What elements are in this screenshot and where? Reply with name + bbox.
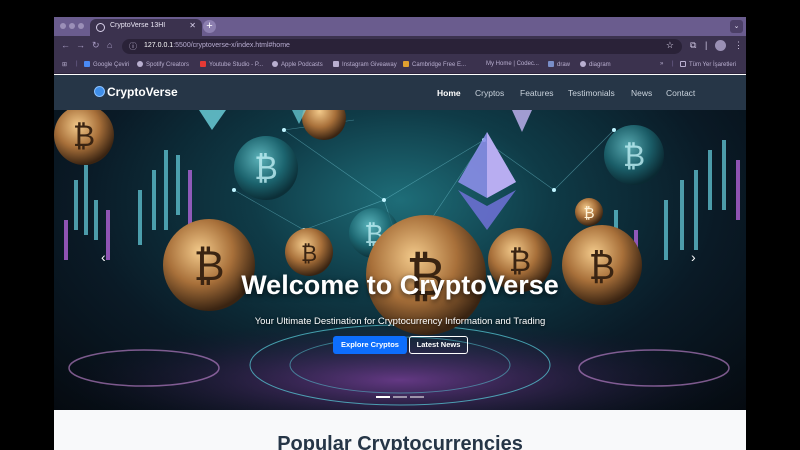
bookmark-label: diagram bbox=[589, 62, 611, 68]
doc-icon bbox=[333, 61, 339, 67]
carousel-indicator[interactable] bbox=[393, 396, 407, 398]
site-logo[interactable]: CryptoVerse bbox=[94, 85, 178, 99]
bookmark-item[interactable]: Spotify Creators bbox=[137, 61, 189, 68]
hero-carousel: ₿ ₿ ₿ ₿ ₿ ₿ ₿ ₿ ₿ ₿ Welcome to CryptoVer… bbox=[54, 110, 746, 410]
bitcoin-coin-icon: ₿ ₿ ₿ ₿ ₿ ₿ bbox=[54, 110, 642, 335]
url-text: 127.0.0.1:5500/cryptoverse-x/index.html#… bbox=[144, 42, 290, 49]
bookmark-item[interactable]: Instagram Giveaway bbox=[333, 61, 397, 68]
svg-text:₿: ₿ bbox=[73, 119, 95, 154]
hero-title: Welcome to CryptoVerse bbox=[241, 270, 559, 300]
all-bookmarks[interactable]: Tüm Yer İşaretleri bbox=[680, 61, 736, 68]
apps-icon[interactable]: ⊞ bbox=[62, 61, 67, 68]
address-toolbar: ← → ↻ ⌂ ⓘ 127.0.0.1:5500/cryptoverse-x/i… bbox=[54, 36, 746, 56]
close-icon[interactable]: ✕ bbox=[189, 21, 196, 30]
bookmark-item[interactable]: Apple Podcasts bbox=[272, 61, 323, 68]
divider: | bbox=[672, 61, 674, 67]
bookmark-item[interactable]: Google Çeviri bbox=[84, 61, 129, 68]
bookmark-label: draw bbox=[557, 62, 571, 68]
youtube-icon bbox=[200, 61, 206, 67]
reload-icon[interactable]: ↻ bbox=[92, 40, 100, 51]
home-icon[interactable]: ⌂ bbox=[107, 40, 112, 50]
site-navbar: CryptoVerse Home Cryptos Features Testim… bbox=[54, 75, 746, 110]
browser-tab[interactable]: CryptoVerse 13HI ✕ bbox=[90, 19, 202, 36]
cambridge-icon bbox=[403, 61, 409, 67]
window-close-dot[interactable] bbox=[60, 23, 66, 29]
tab-search-button[interactable]: ⌄ bbox=[730, 20, 743, 33]
window-minimize-dot[interactable] bbox=[69, 23, 75, 29]
divider: | bbox=[76, 61, 78, 67]
carousel-indicator[interactable] bbox=[410, 396, 424, 398]
nav-link-cryptos[interactable]: Cryptos bbox=[475, 88, 504, 98]
hero-subtitle: Your Ultimate Destination for Cryptocurr… bbox=[254, 316, 546, 327]
nav-link-contact[interactable]: Contact bbox=[666, 88, 695, 98]
nav-link-features[interactable]: Features bbox=[520, 88, 554, 98]
globe-icon bbox=[94, 86, 105, 97]
svg-text:₿: ₿ bbox=[583, 204, 594, 222]
carousel-prev-icon[interactable]: ‹ bbox=[101, 249, 106, 265]
tab-title: CryptoVerse 13HI bbox=[110, 22, 166, 29]
window-maximize-dot[interactable] bbox=[78, 23, 84, 29]
globe-icon bbox=[96, 23, 105, 32]
diagram-icon bbox=[580, 61, 586, 67]
more-bookmarks-icon[interactable]: » bbox=[660, 61, 663, 67]
carousel-indicator[interactable] bbox=[376, 396, 390, 398]
section-title: Popular Cryptocurrencies bbox=[277, 433, 523, 450]
bookmark-star-icon[interactable]: ☆ bbox=[666, 40, 674, 51]
menu-icon[interactable]: ⋮ bbox=[734, 40, 743, 51]
nav-link-news[interactable]: News bbox=[631, 88, 652, 98]
forward-icon[interactable]: → bbox=[76, 40, 85, 50]
nav-link-home[interactable]: Home bbox=[437, 88, 461, 98]
extensions-icon[interactable]: ⧉ bbox=[690, 40, 696, 51]
draw-icon bbox=[548, 61, 554, 67]
browser-window: CryptoVerse 13HI ✕ + ⌄ ← → ↻ ⌂ ⓘ 127.0.0… bbox=[54, 17, 746, 450]
google-translate-icon bbox=[84, 61, 90, 67]
url-path: :5500/cryptoverse-x/index.html#home bbox=[173, 42, 290, 49]
spotify-icon bbox=[137, 61, 143, 67]
hero-background-image: ₿ ₿ ₿ ₿ ₿ ₿ ₿ ₿ ₿ ₿ bbox=[54, 110, 740, 410]
latest-news-button[interactable]: Latest News bbox=[409, 336, 468, 354]
svg-text:₿: ₿ bbox=[254, 149, 278, 187]
bookmark-item[interactable]: My Home | Codec... bbox=[486, 61, 539, 67]
bookmark-label: Google Çeviri bbox=[93, 62, 130, 68]
all-bookmarks-label: Tüm Yer İşaretleri bbox=[689, 62, 737, 68]
svg-text:₿: ₿ bbox=[623, 139, 645, 174]
folder-icon bbox=[680, 61, 686, 67]
avatar[interactable] bbox=[715, 40, 726, 51]
carousel-next-icon[interactable]: › bbox=[691, 249, 696, 265]
address-bar[interactable]: ⓘ 127.0.0.1:5500/cryptoverse-x/index.htm… bbox=[122, 39, 682, 54]
globe-icon bbox=[272, 61, 278, 67]
bookmarks-bar: ⊞ | Google Çeviri Spotify Creators Youtu… bbox=[54, 56, 746, 74]
cryptos-section: Popular Cryptocurrencies bbox=[54, 410, 746, 450]
svg-text:₿: ₿ bbox=[301, 242, 317, 267]
url-host: 127.0.0.1 bbox=[144, 42, 174, 49]
bookmark-item[interactable]: Youtube Studio - P... bbox=[200, 61, 263, 68]
bookmark-label: Spotify Creators bbox=[146, 62, 190, 68]
explore-cryptos-button[interactable]: Explore Cryptos bbox=[333, 336, 407, 354]
back-icon[interactable]: ← bbox=[61, 40, 70, 50]
bookmark-label: Youtube Studio - P... bbox=[209, 62, 264, 68]
divider: | bbox=[705, 40, 708, 50]
bookmark-label: Instagram Giveaway bbox=[342, 62, 397, 68]
bookmark-item[interactable]: draw bbox=[548, 61, 570, 68]
bookmark-label: Apple Podcasts bbox=[281, 62, 323, 68]
bookmark-item[interactable]: Cambridge Free E... bbox=[403, 61, 466, 68]
new-tab-button[interactable]: + bbox=[203, 20, 216, 33]
tab-strip: CryptoVerse 13HI ✕ + ⌄ bbox=[54, 17, 746, 36]
bookmark-label: Cambridge Free E... bbox=[412, 62, 467, 68]
nav-link-testimonials[interactable]: Testimonials bbox=[568, 88, 615, 98]
bookmark-item[interactable]: diagram bbox=[580, 61, 611, 68]
bookmark-label: My Home | Codec... bbox=[486, 61, 539, 67]
site-info-icon[interactable]: ⓘ bbox=[129, 41, 137, 52]
brand-name: CryptoVerse bbox=[107, 85, 178, 99]
